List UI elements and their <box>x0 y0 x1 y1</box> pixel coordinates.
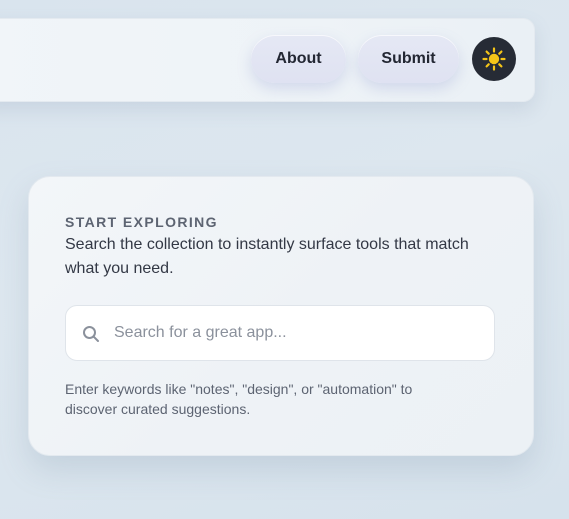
theme-toggle-button[interactable] <box>472 37 516 81</box>
submit-nav-button[interactable]: Submit <box>358 35 459 83</box>
sun-icon <box>481 46 507 72</box>
search-hint: Enter keywords like "notes", "design", o… <box>65 381 413 417</box>
search-input[interactable] <box>114 306 484 360</box>
search-field[interactable] <box>65 305 495 361</box>
search-card: START EXPLORING Search the collection to… <box>28 176 534 456</box>
search-icon <box>82 325 100 343</box>
section-eyebrow: START EXPLORING <box>65 214 218 230</box>
section-description: Search the collection to instantly surfa… <box>65 236 469 277</box>
about-nav-button[interactable]: About <box>251 35 346 83</box>
